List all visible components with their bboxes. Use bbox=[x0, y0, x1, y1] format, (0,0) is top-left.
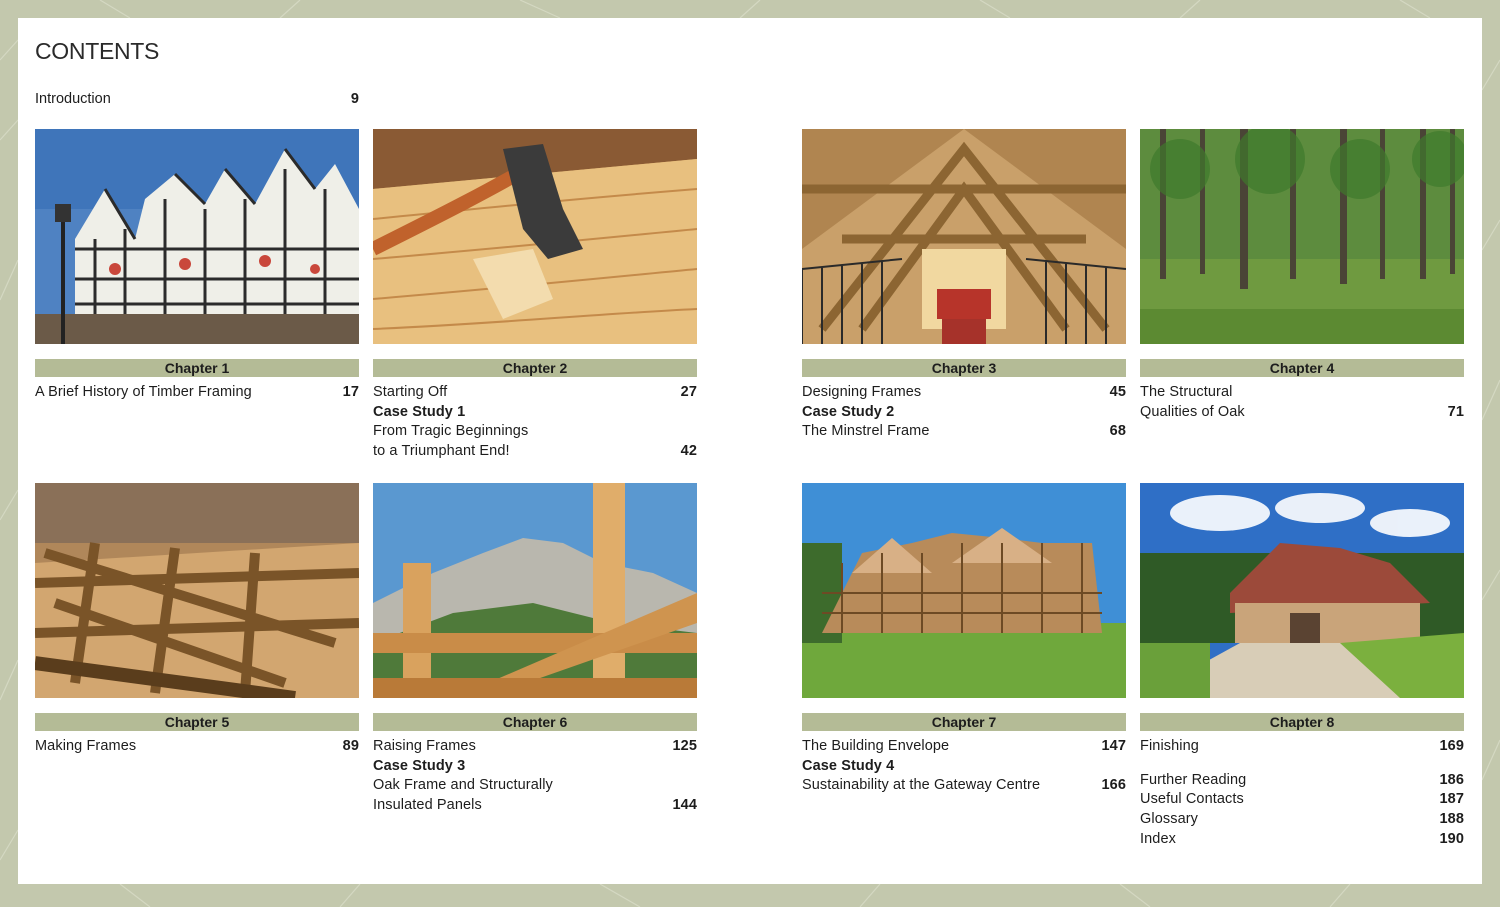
finished-house-photo bbox=[1140, 483, 1464, 698]
entry-page-number: 144 bbox=[672, 797, 697, 814]
chapter-5-entries: Making Frames 89 bbox=[35, 737, 359, 757]
entry-page-number: 188 bbox=[1439, 811, 1464, 828]
chapter-2-entries: Starting Off 27 Case Study 1 From Tragic… bbox=[373, 383, 697, 462]
chapter-5-card[interactable]: Chapter 5 Making Frames 89 bbox=[35, 483, 359, 757]
entry-page-number: 169 bbox=[1439, 738, 1464, 754]
chapter-3-entries: Designing Frames 45 Case Study 2 The Min… bbox=[802, 383, 1126, 442]
chapter-6-card[interactable]: Chapter 6 Raising Frames 125 Case Study … bbox=[373, 483, 697, 816]
toc-entry[interactable]: Making Frames 89 bbox=[35, 737, 359, 757]
entry-title: Making Frames bbox=[35, 738, 137, 754]
toc-entry[interactable]: The Building Envelope 147 bbox=[802, 737, 1126, 757]
entry-page-number: 71 bbox=[1447, 403, 1464, 420]
entry-page-number: 166 bbox=[1101, 777, 1126, 794]
entry-page-number: 190 bbox=[1439, 830, 1464, 847]
chapter-1-card[interactable]: Chapter 1 A Brief History of Timber Fram… bbox=[35, 129, 359, 403]
entry-title: Case Study 4 bbox=[802, 757, 895, 774]
entry-title: Sustainability at the Gateway Centre bbox=[802, 777, 1041, 794]
entry-page-number: 68 bbox=[1109, 423, 1126, 440]
introduction-page-number: 9 bbox=[350, 91, 359, 107]
chapter-7-label: Chapter 7 bbox=[802, 713, 1126, 731]
toc-entry[interactable]: Insulated Panels 144 bbox=[373, 796, 697, 816]
chapter-8-entries: Finishing 169 Further Reading 186 Useful… bbox=[1140, 737, 1464, 850]
adze-on-timber-photo bbox=[373, 129, 697, 344]
entry-title: Case Study 1 bbox=[373, 403, 466, 420]
entry-title: From Tragic Beginnings bbox=[373, 423, 529, 440]
entry-title: Useful Contacts bbox=[1140, 791, 1244, 808]
chapter-7-card[interactable]: Chapter 7 The Building Envelope 147 Case… bbox=[802, 483, 1126, 796]
entry-title: Oak Frame and Structurally bbox=[373, 777, 553, 794]
toc-entry[interactable]: From Tragic Beginnings bbox=[373, 422, 697, 442]
toc-entry[interactable]: Case Study 1 bbox=[373, 403, 697, 423]
page-title: CONTENTS bbox=[35, 38, 160, 64]
entry-title: Finishing bbox=[1140, 738, 1199, 754]
chapter-4-entries: The Structural Qualities of Oak 71 bbox=[1140, 383, 1464, 422]
introduction-entry[interactable]: Introduction 9 bbox=[35, 91, 359, 107]
chapter-4-card[interactable]: Chapter 4 The Structural Qualities of Oa… bbox=[1140, 129, 1464, 422]
toc-entry[interactable]: Finishing 169 bbox=[1140, 737, 1464, 757]
chapter-6-label: Chapter 6 bbox=[373, 713, 697, 731]
entry-title: to a Triumphant End! bbox=[373, 443, 510, 460]
entry-page-number: 89 bbox=[342, 738, 359, 754]
toc-entry[interactable]: Glossary 188 bbox=[1140, 810, 1464, 830]
toc-entry[interactable]: Designing Frames 45 bbox=[802, 383, 1126, 403]
raising-frame-mountains-photo bbox=[373, 483, 697, 698]
toc-entry[interactable]: Case Study 3 bbox=[373, 757, 697, 777]
chapter-1-label: Chapter 1 bbox=[35, 359, 359, 377]
contents-page: CONTENTS Introduction 9 Chapter 1 A Brie… bbox=[18, 18, 1482, 884]
toc-entry[interactable]: The Structural bbox=[1140, 383, 1464, 403]
entry-title: Insulated Panels bbox=[373, 797, 482, 814]
entry-title: A Brief History of Timber Framing bbox=[35, 384, 252, 400]
tudor-pub-photo bbox=[35, 129, 359, 344]
entry-page-number: 125 bbox=[672, 738, 697, 754]
entry-title: The Minstrel Frame bbox=[802, 423, 930, 440]
chapter-8-label: Chapter 8 bbox=[1140, 713, 1464, 731]
toc-entry[interactable]: to a Triumphant End! 42 bbox=[373, 442, 697, 462]
entry-title: Further Reading bbox=[1140, 771, 1247, 788]
chapter-7-entries: The Building Envelope 147 Case Study 4 S… bbox=[802, 737, 1126, 796]
entry-page-number: 45 bbox=[1109, 384, 1126, 400]
entry-page-number: 186 bbox=[1439, 771, 1464, 788]
entry-title: Qualities of Oak bbox=[1140, 403, 1245, 420]
entry-title: The Building Envelope bbox=[802, 738, 950, 754]
chapter-2-label: Chapter 2 bbox=[373, 359, 697, 377]
oak-frame-interior-photo bbox=[802, 129, 1126, 344]
chapter-6-entries: Raising Frames 125 Case Study 3 Oak Fram… bbox=[373, 737, 697, 816]
entry-title: Case Study 2 bbox=[802, 403, 895, 420]
toc-entry[interactable]: Starting Off 27 bbox=[373, 383, 697, 403]
toc-entry[interactable]: Oak Frame and Structurally bbox=[373, 776, 697, 796]
chapter-1-entries: A Brief History of Timber Framing 17 bbox=[35, 383, 359, 403]
entry-title: Raising Frames bbox=[373, 738, 476, 754]
toc-entry[interactable]: Raising Frames 125 bbox=[373, 737, 697, 757]
entry-title: Glossary bbox=[1140, 811, 1199, 828]
chapter-3-card[interactable]: Chapter 3 Designing Frames 45 Case Study… bbox=[802, 129, 1126, 442]
entry-title: Designing Frames bbox=[802, 384, 922, 400]
chapter-4-label: Chapter 4 bbox=[1140, 359, 1464, 377]
entry-page-number: 17 bbox=[342, 384, 359, 400]
entry-title: The Structural bbox=[1140, 384, 1233, 400]
chapter-8-card[interactable]: Chapter 8 Finishing 169 Further Reading … bbox=[1140, 483, 1464, 850]
entry-page-number: 147 bbox=[1101, 738, 1126, 754]
toc-entry[interactable]: Case Study 4 bbox=[802, 757, 1126, 777]
entry-title: Index bbox=[1140, 830, 1176, 847]
oak-forest-photo bbox=[1140, 129, 1464, 344]
chapter-3-label: Chapter 3 bbox=[802, 359, 1126, 377]
toc-entry[interactable]: Index 190 bbox=[1140, 830, 1464, 850]
entry-page-number: 42 bbox=[680, 443, 697, 460]
chapter-2-card[interactable]: Chapter 2 Starting Off 27 Case Study 1 F… bbox=[373, 129, 697, 462]
chapter-5-label: Chapter 5 bbox=[35, 713, 359, 731]
toc-entry[interactable]: The Minstrel Frame 68 bbox=[802, 422, 1126, 442]
introduction-label: Introduction bbox=[35, 91, 111, 107]
scaffolded-house-photo bbox=[802, 483, 1126, 698]
entry-title: Case Study 3 bbox=[373, 757, 466, 774]
toc-entry[interactable]: Further Reading 186 bbox=[1140, 771, 1464, 791]
toc-entry[interactable]: A Brief History of Timber Framing 17 bbox=[35, 383, 359, 403]
entry-title: Starting Off bbox=[373, 384, 448, 400]
entry-page-number: 187 bbox=[1439, 791, 1464, 808]
entry-page-number: 27 bbox=[680, 384, 697, 400]
workshop-frame-photo bbox=[35, 483, 359, 698]
toc-entry[interactable]: Case Study 2 bbox=[802, 403, 1126, 423]
toc-entry[interactable]: Useful Contacts 187 bbox=[1140, 790, 1464, 810]
toc-entry[interactable]: Sustainability at the Gateway Centre 166 bbox=[802, 776, 1126, 796]
toc-entry[interactable]: Qualities of Oak 71 bbox=[1140, 403, 1464, 423]
